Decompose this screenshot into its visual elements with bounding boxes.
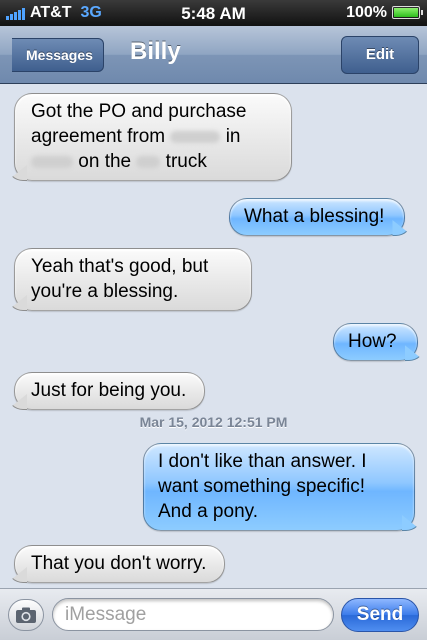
send-button[interactable]: Send: [341, 598, 419, 632]
back-button-messages[interactable]: Messages: [12, 38, 104, 72]
message-line: on the truck: [31, 149, 273, 174]
edit-button[interactable]: Edit: [341, 36, 419, 74]
camera-button[interactable]: [8, 599, 44, 631]
message-line: And a pony.: [158, 501, 259, 522]
message-text: That you don't worry.: [31, 553, 207, 574]
message-line: want something specific!: [158, 476, 365, 497]
message-text: Just for being you.: [31, 380, 187, 401]
outgoing-message-bubble[interactable]: How?: [333, 323, 425, 361]
message-text: What a blessing!: [244, 206, 385, 227]
incoming-message-bubble[interactable]: Got the PO and purchase agreement from i…: [7, 93, 292, 181]
incoming-message-bubble[interactable]: Yeah that's good, but you're a blessing.: [7, 248, 252, 311]
message-composer: Send: [0, 588, 427, 640]
conversation-timestamp: Mar 15, 2012 12:51 PM: [139, 414, 288, 430]
outgoing-message-bubble[interactable]: What a blessing!: [229, 198, 413, 236]
back-button-label: Messages: [26, 47, 93, 63]
outgoing-message-bubble[interactable]: I don't like than answer. I want somethi…: [143, 443, 422, 531]
message-line: agreement from in: [31, 126, 241, 147]
message-line: I don't like than answer. I: [158, 451, 367, 472]
message-text: How?: [348, 331, 397, 352]
redacted-text: [31, 155, 73, 168]
message-line: Got the PO and purchase: [31, 101, 247, 122]
conversation-title: Billy: [130, 38, 181, 65]
message-line: Yeah that's good, but: [31, 256, 209, 277]
camera-icon: [16, 607, 36, 623]
message-line: you're a blessing.: [31, 281, 179, 302]
redacted-text: [136, 155, 161, 168]
battery-percent: 100%: [346, 4, 387, 21]
battery-icon: [392, 6, 423, 19]
status-bar: AT&T 3G 5:48 AM 100%: [0, 0, 427, 26]
incoming-message-bubble[interactable]: That you don't worry.: [7, 545, 226, 583]
redacted-text: [170, 130, 221, 143]
imessage-input[interactable]: [52, 598, 334, 631]
incoming-message-bubble[interactable]: Just for being you.: [7, 372, 206, 410]
navigation-bar: Messages Billy Edit: [0, 26, 427, 84]
